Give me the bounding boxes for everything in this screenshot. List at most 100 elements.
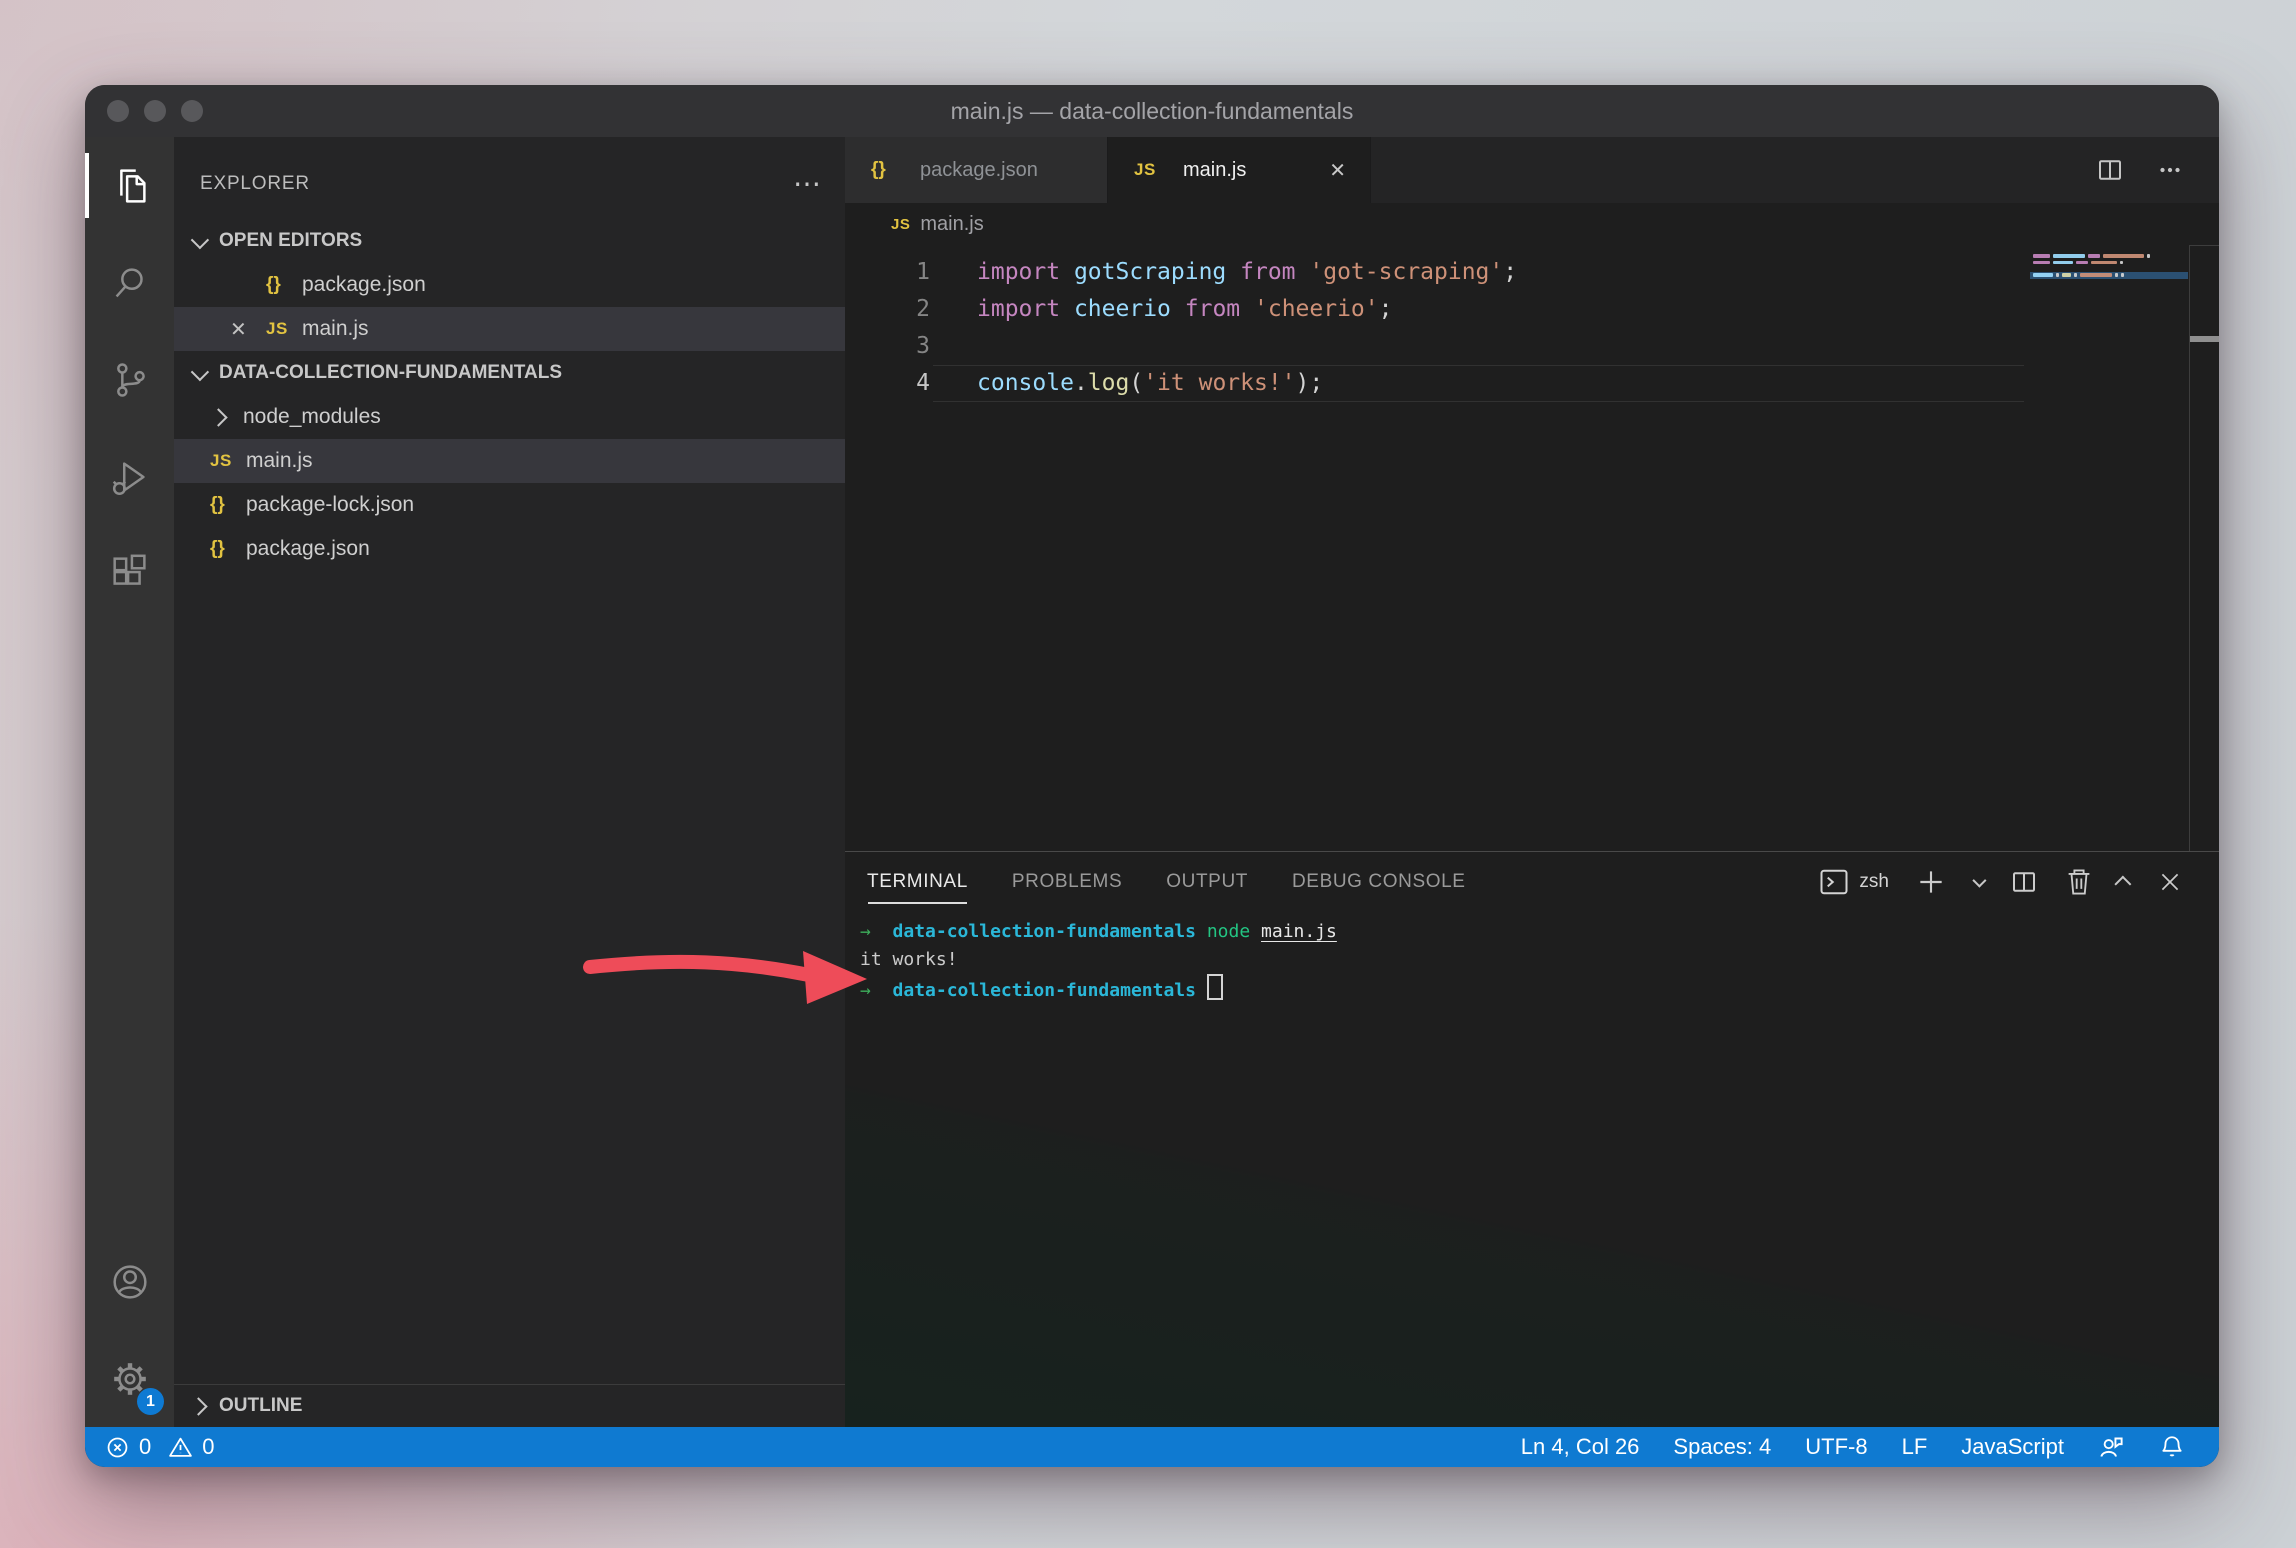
minimap[interactable] bbox=[2030, 253, 2188, 279]
run-debug-icon bbox=[107, 454, 153, 500]
scrollbar[interactable] bbox=[2189, 245, 2219, 851]
outline-label: OUTLINE bbox=[219, 1395, 302, 1417]
new-terminal-icon[interactable] bbox=[1915, 866, 1947, 898]
terminal-actions: zsh bbox=[1819, 866, 2183, 898]
open-editor-item[interactable]: ✕JSmain.js bbox=[174, 307, 845, 351]
json-icon: {} bbox=[266, 274, 281, 296]
open-editors-label: OPEN EDITORS bbox=[219, 230, 362, 252]
tabs: {}package.jsonJSmain.js✕ bbox=[845, 137, 1371, 203]
settings-badge: 1 bbox=[137, 1388, 164, 1415]
js-icon: JS bbox=[1134, 160, 1156, 180]
json-icon: {} bbox=[871, 159, 886, 181]
panel-header: TERMINAL PROBLEMS OUTPUT DEBUG CONSOLE zsh bbox=[845, 852, 2219, 912]
js-icon: JS bbox=[266, 319, 288, 339]
maximize-panel-icon[interactable] bbox=[2114, 876, 2131, 893]
shell-label: zsh bbox=[1859, 871, 1889, 893]
tab-bar: {}package.jsonJSmain.js✕ bbox=[845, 137, 2219, 203]
sidebar-header: EXPLORER ⋯ bbox=[174, 137, 845, 219]
open-editors-list: {}package.json✕JSmain.js bbox=[174, 263, 845, 351]
activity-run-debug[interactable] bbox=[85, 428, 174, 525]
search-icon bbox=[107, 260, 153, 306]
status-item[interactable]: Spaces: 4 bbox=[1673, 1434, 1771, 1460]
explorer-sidebar: EXPLORER ⋯ OPEN EDITORS {}package.json✕J… bbox=[174, 137, 845, 1427]
chevron-right-icon bbox=[189, 1397, 207, 1415]
code-lines: 1import gotScraping from 'got-scraping';… bbox=[845, 245, 2219, 402]
errors-count: 0 bbox=[139, 1434, 151, 1460]
files-icon bbox=[107, 163, 153, 209]
line-number: 1 bbox=[845, 254, 930, 291]
chevron-down-icon bbox=[191, 362, 209, 380]
zoom-window-button[interactable] bbox=[181, 100, 203, 122]
section-open-editors[interactable]: OPEN EDITORS bbox=[174, 219, 845, 263]
tree-item[interactable]: node_modules bbox=[174, 395, 845, 439]
tree-item[interactable]: {}package.json bbox=[174, 527, 845, 571]
code-line[interactable]: 3 bbox=[845, 328, 2219, 365]
status-item[interactable]: JavaScript bbox=[1961, 1434, 2064, 1460]
line-number: 4 bbox=[845, 365, 930, 402]
code-editor[interactable]: 1import gotScraping from 'got-scraping';… bbox=[845, 245, 2219, 851]
titlebar[interactable]: main.js — data-collection-fundamentals bbox=[85, 85, 2219, 137]
line-number: 2 bbox=[845, 291, 930, 328]
section-folder[interactable]: DATA-COLLECTION-FUNDAMENTALS bbox=[174, 351, 845, 395]
status-item[interactable]: LF bbox=[1902, 1434, 1928, 1460]
tab-main.js[interactable]: JSmain.js✕ bbox=[1108, 137, 1371, 203]
status-item[interactable]: Ln 4, Col 26 bbox=[1521, 1434, 1640, 1460]
terminal-cursor bbox=[1207, 974, 1223, 1000]
close-icon[interactable]: ✕ bbox=[1329, 158, 1346, 183]
terminal-dropdown-icon[interactable] bbox=[1972, 874, 1986, 888]
status-item[interactable]: UTF-8 bbox=[1805, 1434, 1867, 1460]
code-line[interactable]: 1import gotScraping from 'got-scraping'; bbox=[845, 254, 2219, 291]
activity-explorer[interactable] bbox=[85, 137, 174, 234]
panel-tab-debug-console[interactable]: DEBUG CONSOLE bbox=[1292, 852, 1466, 912]
panel-tab-output[interactable]: OUTPUT bbox=[1166, 852, 1248, 912]
breadcrumb-item[interactable]: main.js bbox=[920, 213, 983, 236]
minimize-window-button[interactable] bbox=[144, 100, 166, 122]
status-right: Ln 4, Col 26 Spaces: 4 UTF-8 LF JavaScript bbox=[1521, 1434, 2185, 1461]
tab-package.json[interactable]: {}package.json bbox=[845, 137, 1108, 203]
notifications-bell-icon[interactable] bbox=[2159, 1434, 2185, 1460]
sidebar-title: EXPLORER bbox=[200, 173, 310, 195]
activity-bar: 1 bbox=[85, 137, 174, 1427]
editor-actions bbox=[2095, 137, 2219, 203]
terminal-content[interactable]: → data-collection-fundamentals node main… bbox=[845, 912, 2219, 1005]
split-editor-icon[interactable] bbox=[2095, 155, 2125, 185]
open-editor-item[interactable]: {}package.json bbox=[174, 263, 845, 307]
errors-icon bbox=[105, 1435, 130, 1460]
close-panel-icon[interactable] bbox=[2157, 869, 2183, 895]
activity-search[interactable] bbox=[85, 234, 174, 331]
window-title: main.js — data-collection-fundamentals bbox=[85, 98, 2219, 125]
close-editor-icon[interactable]: ✕ bbox=[230, 317, 266, 342]
more-actions-icon[interactable]: ⋯ bbox=[793, 174, 821, 194]
activity-settings[interactable]: 1 bbox=[85, 1330, 174, 1427]
problems-status[interactable]: 0 0 bbox=[105, 1434, 215, 1460]
kill-terminal-icon[interactable] bbox=[2065, 867, 2093, 897]
activity-accounts[interactable] bbox=[85, 1233, 174, 1330]
js-icon: JS bbox=[891, 216, 910, 233]
code-line[interactable]: 4console.log('it works!'); bbox=[845, 365, 2219, 402]
split-terminal-icon[interactable] bbox=[2009, 867, 2039, 897]
account-icon bbox=[107, 1259, 153, 1305]
chevron-right-icon bbox=[209, 408, 227, 426]
activity-source-control[interactable] bbox=[85, 331, 174, 428]
more-actions-icon[interactable] bbox=[2155, 155, 2185, 185]
status-bar: 0 0 Ln 4, Col 26 Spaces: 4 UTF-8 LF JavaScri… bbox=[85, 1427, 2219, 1467]
tree-item[interactable]: JSmain.js bbox=[174, 439, 845, 483]
feedback-icon[interactable] bbox=[2098, 1434, 2125, 1461]
source-control-icon bbox=[107, 357, 153, 403]
shell-selector[interactable]: zsh bbox=[1819, 868, 1889, 896]
status-items: Ln 4, Col 26 Spaces: 4 UTF-8 LF JavaScript bbox=[1521, 1434, 2064, 1460]
panel-tab-problems[interactable]: PROBLEMS bbox=[1012, 852, 1122, 912]
json-icon: {} bbox=[210, 538, 225, 560]
chevron-down-icon bbox=[191, 230, 209, 248]
code-line[interactable]: 2import cheerio from 'cheerio'; bbox=[845, 291, 2219, 328]
section-outline[interactable]: OUTLINE bbox=[174, 1384, 845, 1427]
panel-tab-terminal[interactable]: TERMINAL bbox=[867, 852, 968, 912]
terminal-icon bbox=[1819, 868, 1849, 896]
window-controls bbox=[107, 85, 203, 137]
js-icon: JS bbox=[210, 451, 232, 471]
activity-extensions[interactable] bbox=[85, 525, 174, 622]
tree-item[interactable]: {}package-lock.json bbox=[174, 483, 845, 527]
line-number: 3 bbox=[845, 328, 930, 365]
close-window-button[interactable] bbox=[107, 100, 129, 122]
breadcrumb[interactable]: JS main.js bbox=[845, 203, 2219, 245]
